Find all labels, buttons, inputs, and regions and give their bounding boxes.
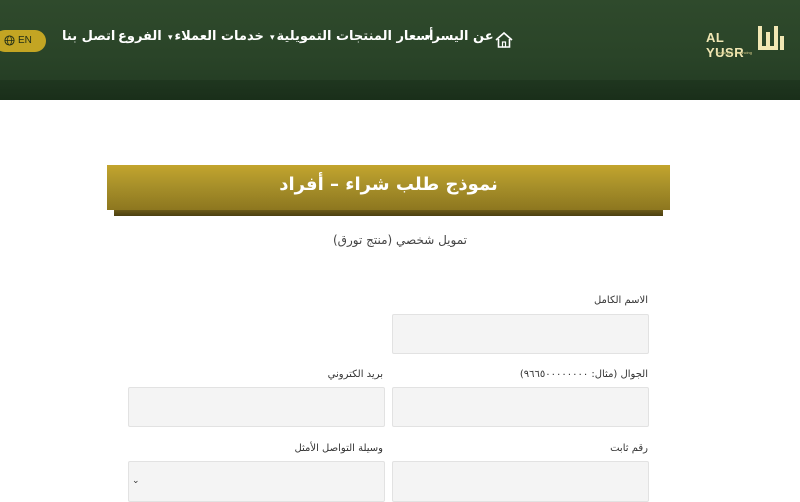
landline-input[interactable] — [392, 461, 649, 502]
home-icon[interactable] — [494, 31, 514, 49]
nav-about-label: عن اليسر — [432, 29, 494, 44]
nav-customer-services[interactable]: ▾ خدمات العملاء — [168, 29, 264, 44]
mobile-label: الجوال (مثال: ٩٦٦٥٠٠٠٠٠٠٠٠) — [519, 369, 648, 380]
nav-product-prices[interactable]: ▾ أسعار المنتجات التمويلية — [270, 29, 433, 44]
chevron-down-icon: ▾ — [168, 33, 173, 43]
banner-ribbon-shadow — [114, 210, 663, 216]
nav-customer-services-label: خدمات العملاء — [174, 29, 264, 44]
logo-mark-icon — [758, 26, 784, 50]
chevron-down-icon: ▾ — [270, 33, 275, 43]
full-name-input[interactable] — [392, 314, 649, 354]
nav-about[interactable]: ▾ عن اليسر — [426, 29, 494, 44]
contact-method-label: وسيلة التواصل الأمثل — [294, 443, 383, 454]
language-switch-button[interactable]: EN — [0, 30, 46, 52]
form-title-banner: نموذج طلب شراء – أفراد — [107, 165, 670, 210]
language-label: EN — [18, 35, 32, 46]
landline-label: رقم ثابت — [610, 443, 648, 454]
nav-product-prices-label: أسعار المنتجات التمويلية — [276, 29, 434, 44]
logo-tagline: Leasing & Financing — [715, 50, 752, 55]
nav-contact[interactable]: اتصل بنا — [62, 29, 115, 44]
contact-method-select[interactable] — [128, 461, 385, 502]
globe-icon — [4, 35, 15, 46]
nav-branches[interactable]: الفروع — [118, 29, 162, 44]
chevron-down-icon: ⌄ — [132, 476, 140, 486]
nav-branches-label: الفروع — [118, 29, 162, 44]
email-input[interactable] — [128, 387, 385, 427]
nav-contact-label: اتصل بنا — [62, 29, 116, 44]
product-subtitle: تمويل شخصي (منتج تورق) — [333, 233, 467, 247]
full-name-label: الاسم الكامل — [593, 295, 648, 306]
email-label: بريد الكتروني — [327, 369, 383, 380]
logo-text: AL YUSR — [706, 30, 745, 60]
mobile-input[interactable] — [392, 387, 649, 427]
site-header: AL YUSR Leasing & Financing ▾ عن اليسر ▾ أ… — [0, 0, 800, 100]
al-yusr-logo[interactable]: AL YUSR Leasing & Financing — [706, 22, 786, 66]
header-shadow-band — [0, 80, 800, 100]
page-title: نموذج طلب شراء – أفراد — [279, 174, 498, 195]
